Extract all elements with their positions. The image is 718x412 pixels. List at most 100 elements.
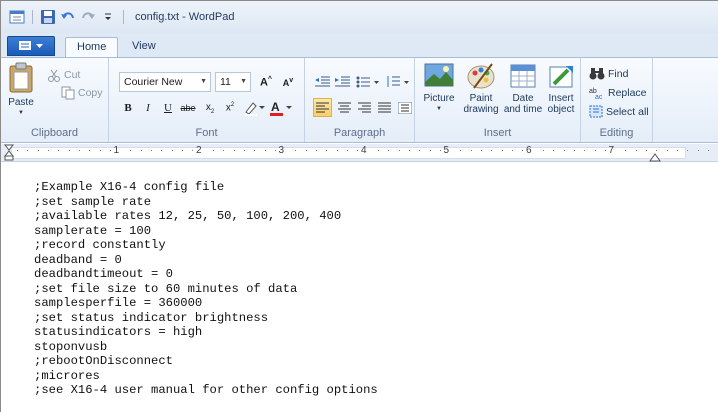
bullets-icon (356, 76, 379, 87)
ruler-tick (439, 150, 441, 151)
document-line: ;record constantly (34, 238, 166, 252)
grow-font-button[interactable]: A^ (257, 72, 275, 92)
tab-view[interactable]: View (121, 37, 167, 57)
application-menu-button[interactable] (7, 36, 55, 56)
ruler-number: 5 (443, 145, 450, 156)
right-indent-marker-icon[interactable] (649, 152, 661, 162)
ruler-tick (429, 150, 431, 151)
ruler-tick (625, 150, 627, 151)
ruler-tick (78, 150, 80, 151)
wordpad-window: config.txt - WordPad Home View Paste ▼ C… (0, 0, 718, 412)
ruler-tick (687, 150, 689, 151)
redo-icon[interactable] (80, 9, 96, 25)
find-label: Find (608, 67, 629, 80)
ruler-tick (388, 150, 390, 151)
ruler-tick (573, 150, 575, 151)
document-line: stoponvusb (34, 339, 108, 354)
text-color-button[interactable]: A (269, 98, 293, 118)
binoculars-icon (589, 68, 605, 80)
chevron-down-icon: ▼ (240, 78, 247, 85)
ruler-tick (171, 150, 173, 151)
customize-qat-icon[interactable] (100, 9, 116, 25)
align-left-icon (316, 102, 329, 113)
document-line: ;available rates 12, 25, 50, 100, 200, 4… (34, 209, 342, 223)
strikethrough-button[interactable]: abe (179, 98, 197, 118)
ruler-tick (89, 150, 91, 151)
underline-button[interactable]: U (159, 98, 177, 118)
bold-button[interactable]: B (119, 98, 137, 118)
ruler-tick (646, 150, 648, 151)
align-right-button[interactable] (355, 98, 374, 117)
font-size-select[interactable]: 11 ▼ (215, 72, 251, 92)
undo-icon[interactable] (60, 9, 76, 25)
ruler-tick (37, 150, 39, 151)
align-center-button[interactable] (335, 98, 354, 117)
find-button[interactable]: Find (589, 67, 628, 80)
save-icon[interactable] (40, 9, 56, 25)
chevron-down-icon: ▼ (200, 78, 207, 85)
ruler-tick (707, 150, 709, 151)
ruler-number: 3 (278, 145, 285, 156)
document-line: statusindicators = high (34, 325, 203, 339)
first-line-indent-marker-icon[interactable] (3, 144, 17, 162)
italic-button[interactable]: I (139, 98, 157, 118)
picture-button[interactable]: Picture ▼ (421, 62, 457, 115)
ruler-tick (347, 150, 348, 151)
ruler-tick (398, 150, 400, 151)
ruler-tick (542, 150, 544, 151)
copy-button[interactable]: Copy (61, 86, 103, 100)
align-left-button[interactable] (313, 98, 332, 117)
ruler-tick (151, 150, 153, 151)
ruler-tick (305, 150, 307, 151)
date-time-label: Date and time (503, 93, 543, 115)
date-time-button[interactable]: Date and time (503, 62, 543, 115)
ruler-tick (563, 150, 565, 151)
replace-button[interactable]: ab ac Replace (589, 86, 647, 100)
ruler-tick (377, 150, 379, 151)
paint-drawing-button[interactable]: Paint drawing (461, 62, 501, 115)
shrink-font-button[interactable]: Av (279, 72, 297, 92)
ruler-tick (233, 150, 235, 151)
editing-group-label: Editing (599, 127, 634, 139)
ruler-tick (68, 150, 70, 151)
ruler-tick (161, 150, 163, 151)
window-title: config.txt - WordPad (135, 11, 235, 23)
decrease-indent-button[interactable] (313, 72, 332, 91)
superscript-icon: x2 (225, 102, 235, 114)
chevron-down-icon: ▼ (436, 106, 442, 112)
superscript-button[interactable]: x2 (221, 98, 239, 118)
wordpad-app-icon[interactable] (9, 9, 25, 25)
tab-home[interactable]: Home (65, 37, 119, 58)
ribbon: Paste ▼ Cut Copy Clipboard Courier New ▼… (1, 57, 718, 143)
document-line: samplerate = 100 (34, 223, 152, 238)
ruler-tick (460, 150, 462, 151)
justify-button[interactable] (375, 98, 394, 117)
text-color-icon: A (270, 100, 292, 116)
font-family-select[interactable]: Courier New ▼ (119, 72, 211, 92)
ruler-tick (109, 150, 111, 151)
paste-button[interactable]: Paste ▼ (5, 62, 37, 119)
highlight-color-button[interactable] (243, 98, 265, 118)
select-all-button[interactable]: Select all (589, 105, 649, 118)
insert-object-button[interactable]: Insert object (543, 62, 579, 115)
subscript-button[interactable]: x2 (201, 98, 219, 118)
paragraph-settings-button[interactable] (395, 98, 414, 117)
ruler-tick (192, 150, 194, 151)
increase-indent-button[interactable] (333, 72, 352, 91)
shrink-font-icon: Av (282, 76, 294, 88)
ruler-tick (470, 150, 472, 151)
document-area[interactable]: ;Example X16-4 config file ;set sample ra… (1, 163, 718, 412)
ruler[interactable]: 1 2 3 4 5 6 7 (1, 144, 718, 162)
decrease-indent-icon (315, 76, 330, 86)
copy-label: Copy (78, 87, 103, 99)
line-spacing-button[interactable] (385, 72, 411, 91)
ruler-number: 1 (113, 145, 120, 156)
cut-button[interactable]: Cut (47, 68, 80, 82)
ruler-tick (594, 150, 596, 151)
document-line: ;set sample rate (34, 194, 152, 209)
ruler-tick (274, 150, 276, 151)
ruler-number: 2 (196, 145, 202, 156)
bullets-button[interactable] (355, 72, 381, 91)
ruler-tick (501, 150, 503, 151)
document-line: samplesperfile = 360000 (34, 296, 203, 310)
